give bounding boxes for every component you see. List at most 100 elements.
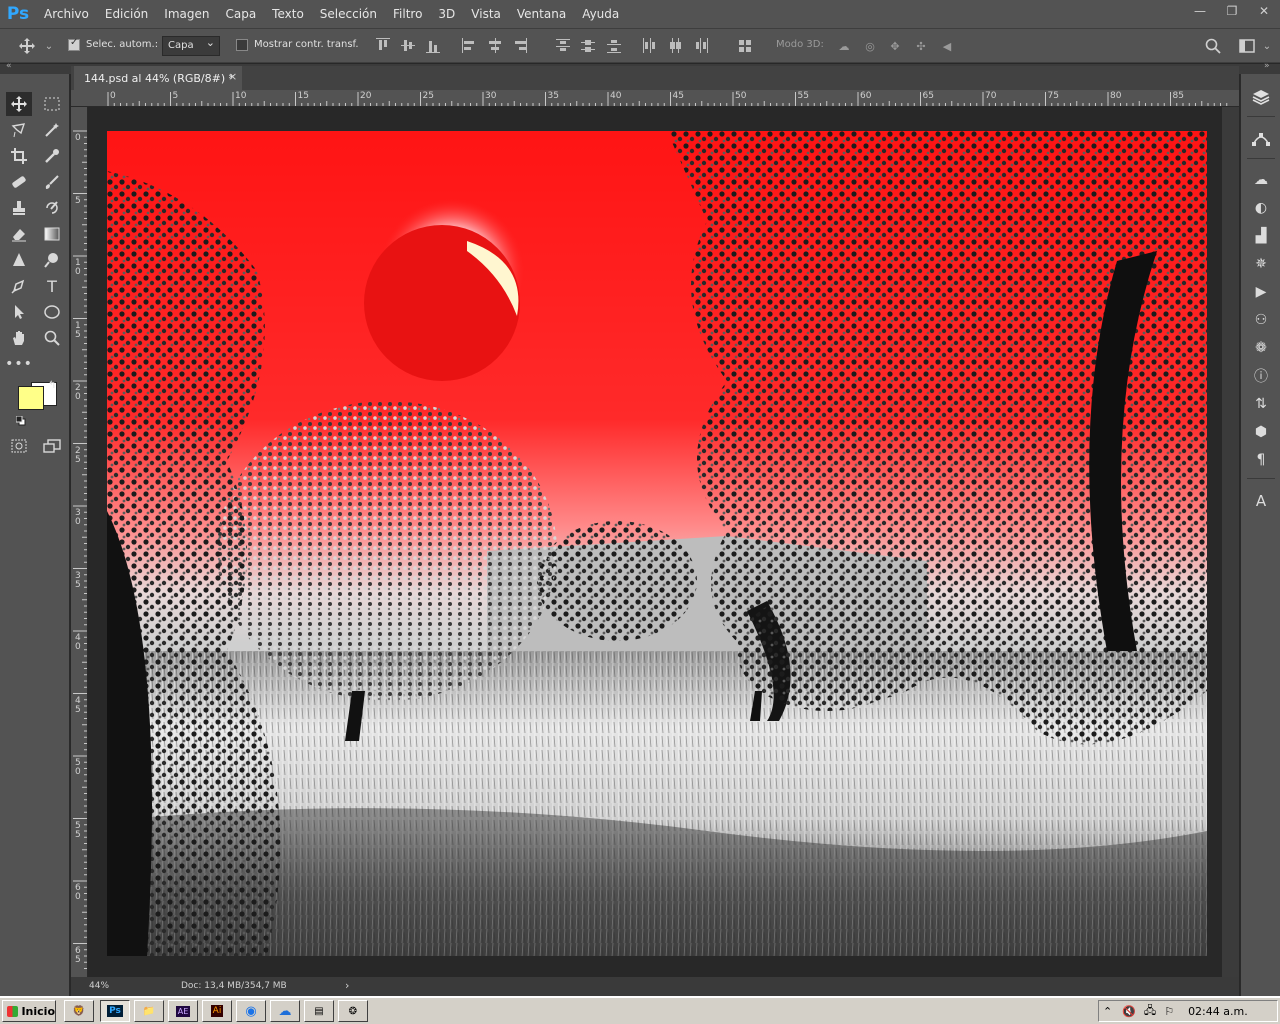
type-tool-icon[interactable]: T	[39, 274, 65, 298]
healing-brush-tool-icon[interactable]	[6, 170, 32, 194]
eyedropper-tool-icon[interactable]	[39, 144, 65, 168]
dodge-tool-icon[interactable]	[39, 248, 65, 272]
search-icon[interactable]	[1204, 37, 1222, 55]
clock[interactable]: 02:44 a.m.	[1188, 1005, 1248, 1018]
taskbar-chrome-button[interactable]: ◉	[236, 1000, 266, 1022]
auto-select-target-select[interactable]: Capa	[162, 36, 220, 56]
status-menu-arrow[interactable]: ›	[345, 979, 349, 992]
align-right-icon[interactable]	[513, 38, 527, 54]
screen-mode-icon[interactable]	[39, 434, 65, 458]
vertical-scrollbar[interactable]	[1222, 107, 1239, 977]
history-brush-tool-icon[interactable]	[39, 196, 65, 220]
close-button[interactable]: ✕	[1248, 0, 1280, 22]
menu-ventana[interactable]: Ventana	[509, 0, 574, 28]
path-selection-tool-icon[interactable]	[6, 300, 32, 324]
tray-expand-icon[interactable]: ⌃	[1103, 1005, 1112, 1018]
actions-panel-icon[interactable]: ▶	[1250, 281, 1272, 303]
taskbar-photoshop-button[interactable]: Ps	[100, 1000, 130, 1022]
taskbar-misc-button[interactable]: ❂	[338, 1000, 368, 1022]
ellipse-tool-icon[interactable]	[39, 300, 65, 324]
distribute-right-icon[interactable]	[694, 38, 708, 54]
tool-preset-chevron-icon[interactable]: ⌄	[40, 37, 58, 55]
navigator-panel-icon[interactable]: ✵	[1250, 253, 1272, 275]
menu-archivo[interactable]: Archivo	[36, 0, 97, 28]
document-image[interactable]	[107, 131, 1207, 956]
auto-align-layers-icon[interactable]	[738, 38, 752, 54]
network-icon[interactable]: 🖧	[1144, 1002, 1156, 1021]
default-colors-icon[interactable]	[15, 415, 26, 426]
menu-seleccion[interactable]: Selección	[312, 0, 385, 28]
align-left-icon[interactable]	[462, 38, 476, 54]
toolbox-collapse-icon[interactable]: «	[6, 61, 12, 71]
marquee-tool-icon[interactable]	[39, 92, 65, 116]
channels-panel-icon[interactable]: ❁	[1250, 337, 1272, 359]
move-tool-icon[interactable]	[18, 37, 36, 55]
quick-mask-icon[interactable]	[6, 434, 32, 458]
adjustments-panel-icon[interactable]: ◐	[1250, 197, 1272, 219]
lasso-tool-icon[interactable]	[6, 118, 32, 142]
taskbar-cloud-button[interactable]: ☁	[270, 1000, 300, 1022]
menu-filtro[interactable]: Filtro	[385, 0, 430, 28]
zoom-level[interactable]: 44%	[89, 981, 109, 991]
distribute-vcenter-icon[interactable]	[581, 38, 595, 54]
clone-stamp-tool-icon[interactable]	[6, 196, 32, 220]
orbit-3d-icon[interactable]: ☁	[835, 37, 853, 55]
start-button[interactable]: Inicio	[2, 1000, 56, 1022]
timeline-panel-icon[interactable]: ⇅	[1250, 393, 1272, 415]
clone-source-panel-icon[interactable]: ⚇	[1250, 309, 1272, 331]
menu-vista[interactable]: Vista	[463, 0, 509, 28]
distribute-hcenter-icon[interactable]	[668, 38, 682, 54]
move-tool-icon[interactable]	[6, 92, 32, 116]
blur-tool-icon[interactable]	[6, 248, 32, 272]
dock-collapse-icon[interactable]: »	[1264, 61, 1270, 71]
taskbar-illustrator-button[interactable]: Ai	[202, 1000, 232, 1022]
hand-tool-icon[interactable]	[6, 326, 32, 350]
document-tab[interactable]: 144.psd al 44% (RGB/8#) * ×	[74, 66, 242, 90]
roll-3d-icon[interactable]: ◎	[861, 37, 879, 55]
distribute-top-icon[interactable]	[556, 38, 570, 54]
paragraph-panel-icon[interactable]: ¶	[1250, 449, 1272, 471]
taskbar-explorer-button[interactable]: 📁	[134, 1000, 164, 1022]
paths-panel-icon[interactable]	[1250, 128, 1272, 150]
workspace-icon[interactable]	[1238, 37, 1256, 55]
menu-texto[interactable]: Texto	[264, 0, 312, 28]
show-transform-checkbox[interactable]	[236, 39, 248, 51]
minimize-button[interactable]: —	[1184, 0, 1216, 22]
taskbar-notepad-button[interactable]: ▤	[304, 1000, 334, 1022]
taskbar-brave-button[interactable]: 🦁	[64, 1000, 94, 1022]
foreground-color-swatch[interactable]	[18, 386, 44, 410]
taskbar-after-effects-button[interactable]: AE	[168, 1000, 198, 1022]
pen-tool-icon[interactable]	[6, 274, 32, 298]
volume-muted-icon[interactable]: 🔇	[1122, 1005, 1136, 1018]
eraser-tool-icon[interactable]	[6, 222, 32, 246]
layers-panel-icon[interactable]	[1250, 86, 1272, 108]
histogram-panel-icon[interactable]: ▟	[1250, 225, 1272, 247]
align-vcenter-icon[interactable]	[401, 38, 415, 54]
3d-panel-icon[interactable]: ⬢	[1250, 421, 1272, 443]
menu-imagen[interactable]: Imagen	[156, 0, 217, 28]
menu-ayuda[interactable]: Ayuda	[574, 0, 627, 28]
workspace-chevron-icon[interactable]: ⌄	[1258, 37, 1276, 55]
restore-button[interactable]: ❐	[1216, 0, 1248, 22]
menu-capa[interactable]: Capa	[217, 0, 264, 28]
menu-3d[interactable]: 3D	[430, 0, 463, 28]
align-top-icon[interactable]	[376, 38, 390, 54]
tab-close-icon[interactable]: ×	[228, 70, 237, 83]
align-hcenter-icon[interactable]	[488, 38, 502, 54]
auto-select-checkbox[interactable]	[68, 37, 80, 51]
scale-3d-icon[interactable]: ◀	[938, 37, 956, 55]
distribute-bottom-icon[interactable]	[607, 38, 621, 54]
libraries-panel-icon[interactable]: ☁	[1250, 169, 1272, 191]
magic-wand-tool-icon[interactable]	[39, 118, 65, 142]
more-tools-icon[interactable]: •••	[5, 352, 32, 376]
crop-tool-icon[interactable]	[6, 144, 32, 168]
zoom-tool-icon[interactable]	[39, 326, 65, 350]
drag-3d-icon[interactable]: ✥	[886, 37, 904, 55]
character-panel-icon[interactable]: A	[1250, 490, 1272, 512]
swap-colors-icon[interactable]: ↰	[48, 380, 56, 391]
canvas-area[interactable]	[88, 107, 1222, 977]
slide-3d-icon[interactable]: ✣	[912, 37, 930, 55]
info-panel-icon[interactable]: ⓘ	[1250, 365, 1272, 387]
notification-flag-icon[interactable]: ⚐	[1164, 1005, 1174, 1018]
gradient-tool-icon[interactable]	[39, 222, 65, 246]
